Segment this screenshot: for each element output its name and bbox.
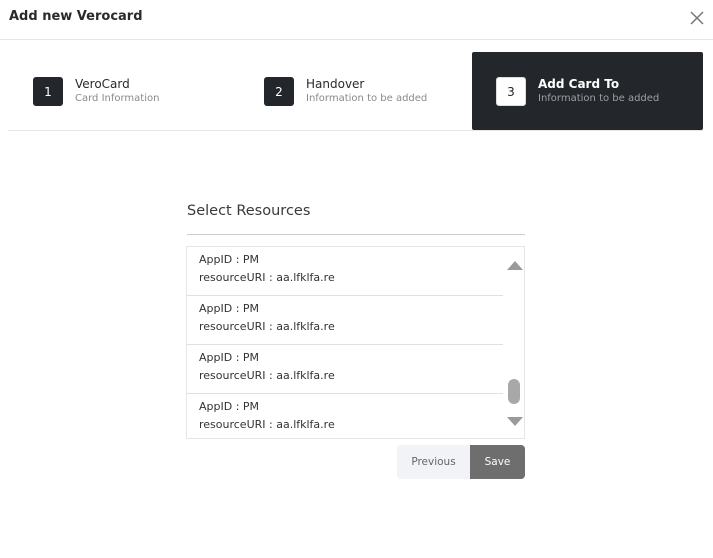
modal-title: Add new Verocard xyxy=(9,9,143,24)
step-number: 2 xyxy=(264,77,294,106)
resource-uri: resourceURI : aa.lfklfa.re xyxy=(199,369,335,382)
resource-list[interactable]: AppID : PM resourceURI : aa.lfklfa.re Ap… xyxy=(186,246,525,439)
save-button[interactable]: Save xyxy=(470,445,525,479)
list-item[interactable]: AppID : PM resourceURI : aa.lfklfa.re xyxy=(187,394,503,438)
step-title: Handover xyxy=(306,77,365,91)
step-number: 3 xyxy=(496,77,526,106)
modal-header: Add new Verocard xyxy=(0,0,713,40)
scrollbar-thumb[interactable] xyxy=(508,379,520,404)
list-item[interactable]: AppID : PM resourceURI : aa.lfklfa.re xyxy=(187,296,503,345)
previous-button[interactable]: Previous xyxy=(397,445,470,479)
step-title: VeroCard xyxy=(75,77,130,91)
step-number: 1 xyxy=(33,77,63,106)
list-item[interactable]: AppID : PM resourceURI : aa.lfklfa.re xyxy=(187,247,503,296)
resource-uri: resourceURI : aa.lfklfa.re xyxy=(199,418,335,431)
step-handover[interactable]: 2 Handover Information to be added xyxy=(240,52,472,130)
resource-uri: resourceURI : aa.lfklfa.re xyxy=(199,320,335,333)
list-item[interactable]: AppID : PM resourceURI : aa.lfklfa.re xyxy=(187,345,503,394)
resource-uri: resourceURI : aa.lfklfa.re xyxy=(199,271,335,284)
triangle-up-icon[interactable] xyxy=(507,261,523,270)
step-subtitle: Information to be added xyxy=(538,93,660,104)
step-title: Add Card To xyxy=(538,77,620,91)
section-title: Select Resources xyxy=(187,203,311,219)
close-button[interactable] xyxy=(688,9,706,27)
section-divider xyxy=(187,234,525,235)
resource-app-id: AppID : PM xyxy=(199,351,260,364)
stepper: 1 VeroCard Card Information 2 Handover I… xyxy=(8,52,703,131)
list-scrollbar[interactable] xyxy=(503,247,524,438)
step-subtitle: Information to be added xyxy=(306,93,428,104)
close-icon xyxy=(690,11,704,25)
resource-app-id: AppID : PM xyxy=(199,400,260,413)
add-verocard-modal: Add new Verocard 1 VeroCard Card Informa… xyxy=(0,0,713,558)
step-add-card-to[interactable]: 3 Add Card To Information to be added xyxy=(472,52,703,130)
step-verocard[interactable]: 1 VeroCard Card Information xyxy=(8,52,240,130)
resource-app-id: AppID : PM xyxy=(199,302,260,315)
step-subtitle: Card Information xyxy=(75,93,160,104)
triangle-down-icon[interactable] xyxy=(507,417,523,426)
resource-app-id: AppID : PM xyxy=(199,253,260,266)
